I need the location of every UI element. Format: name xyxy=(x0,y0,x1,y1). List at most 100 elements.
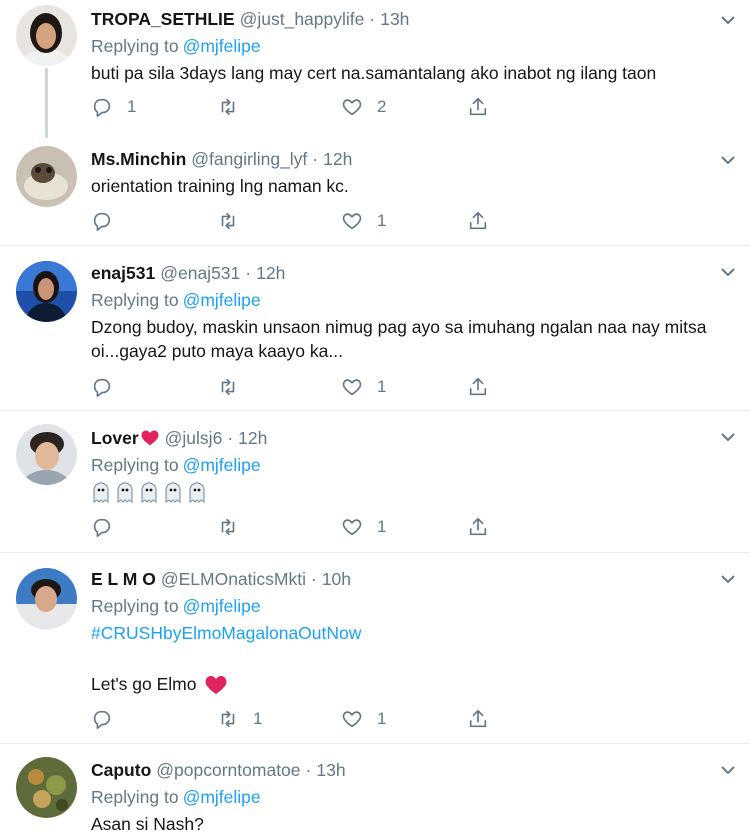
handle[interactable]: @enaj531 xyxy=(160,261,240,285)
timestamp[interactable]: 13h xyxy=(380,7,409,31)
reply-button[interactable] xyxy=(91,515,127,539)
replying-to-label: Replying to xyxy=(91,455,179,475)
like-count: 2 xyxy=(377,97,387,116)
ghost-icon xyxy=(165,482,181,503)
share-icon xyxy=(469,97,487,116)
reply-icon xyxy=(93,212,111,231)
share-icon xyxy=(469,709,487,728)
display-name[interactable]: enaj531 xyxy=(91,261,155,285)
like-button[interactable]: 1 xyxy=(341,209,386,233)
display-name[interactable]: Lover xyxy=(91,426,139,450)
display-name[interactable]: TROPA_SETHLIE xyxy=(91,7,235,31)
chevron-down-icon[interactable] xyxy=(720,573,736,585)
share-button[interactable] xyxy=(467,515,489,539)
share-button[interactable] xyxy=(467,95,489,119)
reply-button[interactable] xyxy=(91,375,127,399)
reply-icon xyxy=(93,98,111,117)
separator: · xyxy=(305,760,312,780)
replying-to-label: Replying to xyxy=(91,596,179,616)
timestamp[interactable]: 10h xyxy=(322,567,351,591)
timestamp[interactable]: 13h xyxy=(316,758,345,782)
avatar[interactable] xyxy=(16,757,77,818)
tweet[interactable]: enaj531 @enaj531 · 12h Replying to @mjfel… xyxy=(0,246,750,410)
mention-link[interactable]: @mjfelipe xyxy=(183,36,261,56)
replying-to-label: Replying to xyxy=(91,36,179,56)
tweet-text: Let's go Elmo xyxy=(91,674,197,694)
reply-button[interactable] xyxy=(91,209,127,233)
display-name[interactable]: Ms.Minchin xyxy=(91,147,186,171)
tweet[interactable]: Lover @julsj6 · 12h Replying to @mjfelipe xyxy=(0,411,750,552)
display-name[interactable]: Caputo xyxy=(91,758,151,782)
like-icon xyxy=(342,379,362,396)
like-button[interactable]: 1 xyxy=(341,515,386,539)
retweet-button[interactable] xyxy=(217,515,253,539)
retweet-button[interactable]: 1 xyxy=(217,707,262,731)
retweet-icon xyxy=(221,378,235,396)
like-count: 1 xyxy=(377,517,387,536)
share-icon xyxy=(469,517,487,536)
mention-link[interactable]: @mjfelipe xyxy=(183,596,261,616)
like-count: 1 xyxy=(377,211,387,230)
handle[interactable]: @ELMOnaticsMkti xyxy=(161,567,306,591)
red-heart-icon xyxy=(141,430,159,446)
separator: · xyxy=(369,9,376,29)
reply-count: 1 xyxy=(127,97,137,116)
tweet[interactable]: TROPA_SETHLIE @just_happylife · 13h Repl… xyxy=(0,0,750,138)
timestamp[interactable]: 12h xyxy=(256,261,285,285)
reply-icon xyxy=(93,518,111,537)
red-heart-icon xyxy=(206,676,227,694)
tweet-text: Asan si Nash? xyxy=(91,814,204,833)
hashtag-link[interactable]: #CRUSHbyElmoMagalonaOutNow xyxy=(91,621,736,645)
handle[interactable]: @fangirling_lyf xyxy=(191,147,307,171)
retweet-button[interactable] xyxy=(217,209,253,233)
like-icon xyxy=(342,711,362,728)
mention-link[interactable]: @mjfelipe xyxy=(183,455,261,475)
avatar[interactable] xyxy=(16,261,77,322)
share-button[interactable] xyxy=(467,707,489,731)
mention-link[interactable]: @mjfelipe xyxy=(183,787,261,807)
avatar[interactable] xyxy=(16,568,77,629)
display-name[interactable]: E L M O xyxy=(91,567,156,591)
ghost-icon xyxy=(189,482,205,503)
retweet-button[interactable] xyxy=(217,95,253,119)
timestamp[interactable]: 12h xyxy=(323,147,352,171)
tweet-text: orientation training lng naman kc. xyxy=(91,176,349,196)
replying-to-label: Replying to xyxy=(91,290,179,310)
handle[interactable]: @popcorntomatoe xyxy=(156,758,300,782)
retweet-icon xyxy=(221,98,235,116)
chevron-down-icon[interactable] xyxy=(720,14,736,26)
tweet[interactable]: Ms.Minchin @fangirling_lyf · 12h orienta… xyxy=(0,140,750,245)
like-count: 1 xyxy=(377,709,387,728)
avatar[interactable] xyxy=(16,5,77,66)
avatar[interactable] xyxy=(16,424,77,485)
reply-button[interactable] xyxy=(91,707,127,731)
replying-to: Replying to @mjfelipe xyxy=(91,453,736,477)
avatar[interactable] xyxy=(16,146,77,207)
tweet-emoji xyxy=(91,480,736,504)
tweet-text: buti pa sila 3days lang may cert na.sama… xyxy=(91,63,657,83)
chevron-down-icon[interactable] xyxy=(720,154,736,166)
like-button[interactable]: 1 xyxy=(341,707,386,731)
like-icon xyxy=(342,213,362,230)
ghost-icon xyxy=(93,482,109,503)
tweet-text: Dzong budoy, maskin unsaon nimug pag ayo… xyxy=(91,317,707,361)
handle[interactable]: @julsj6 xyxy=(165,426,223,450)
chevron-down-icon[interactable] xyxy=(720,764,736,776)
retweet-icon xyxy=(221,212,235,230)
handle[interactable]: @just_happylife xyxy=(240,7,365,31)
chevron-down-icon[interactable] xyxy=(720,266,736,278)
chevron-down-icon[interactable] xyxy=(720,431,736,443)
separator: · xyxy=(312,149,319,169)
tweet[interactable]: E L M O @ELMOnaticsMkti · 10h Replying t… xyxy=(0,553,750,743)
share-button[interactable] xyxy=(467,375,489,399)
share-icon xyxy=(469,377,487,396)
replying-to: Replying to @mjfelipe xyxy=(91,785,736,809)
retweet-button[interactable] xyxy=(217,375,253,399)
timestamp[interactable]: 12h xyxy=(238,426,267,450)
tweet[interactable]: Caputo @popcorntomatoe · 13h Replying to… xyxy=(0,744,750,833)
mention-link[interactable]: @mjfelipe xyxy=(183,290,261,310)
like-button[interactable]: 1 xyxy=(341,375,386,399)
like-button[interactable]: 2 xyxy=(341,95,386,119)
share-button[interactable] xyxy=(467,209,489,233)
reply-button[interactable]: 1 xyxy=(91,95,136,119)
